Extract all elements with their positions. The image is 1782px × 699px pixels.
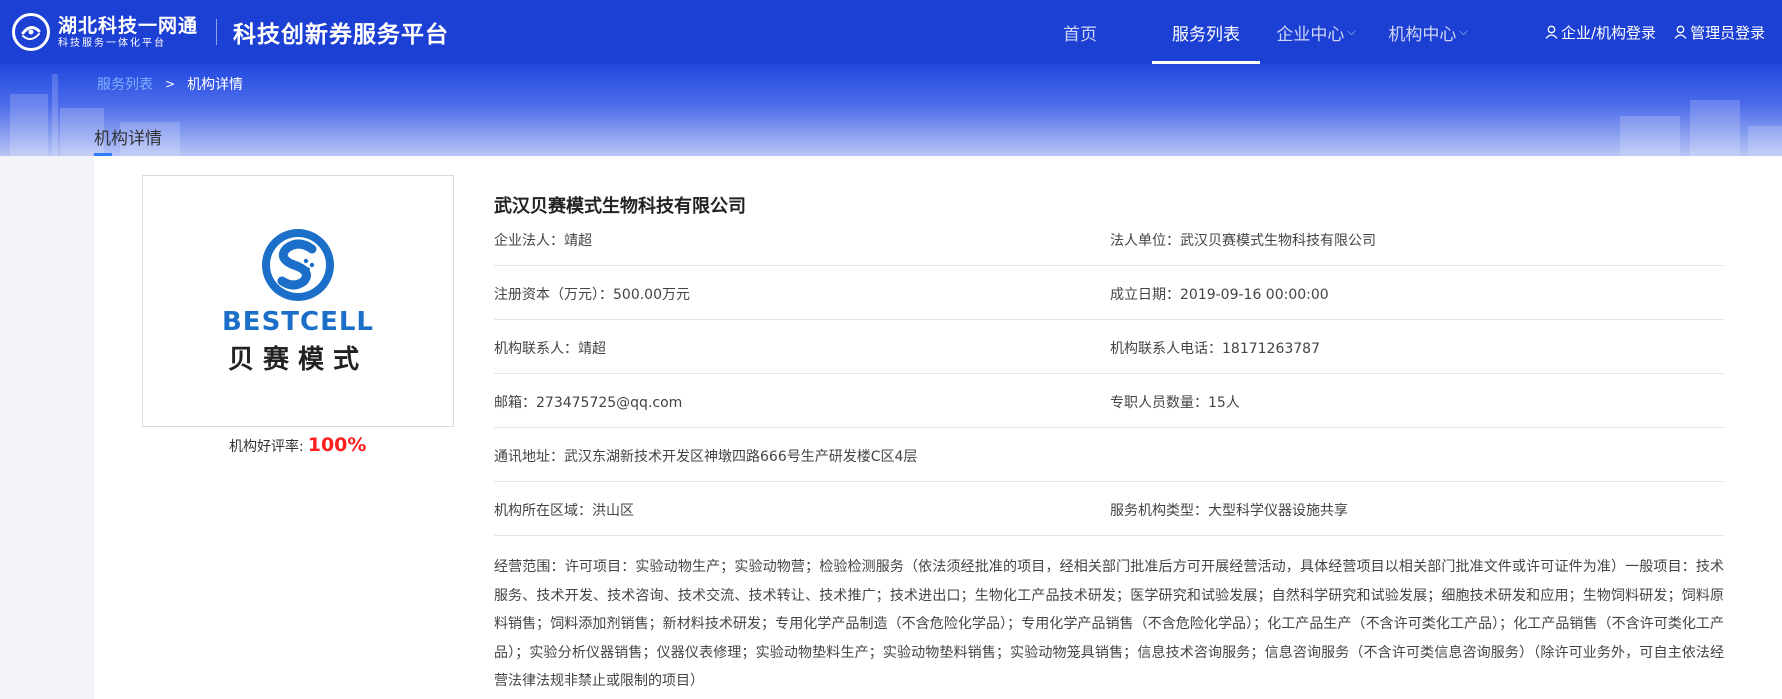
nav-enterprise-center-label: 企业中心: [1276, 24, 1345, 45]
auth-links: 企业/机构登录 管理员登录: [1545, 0, 1782, 64]
legal-person: 企业法人：靖超: [494, 233, 592, 249]
org-login-link[interactable]: 企业/机构登录: [1545, 22, 1656, 43]
user-icon: [1545, 25, 1558, 39]
logo-emblem-icon: [12, 13, 50, 51]
platform-title: 科技创新券服务平台: [233, 22, 450, 48]
contact-phone: 机构联系人电话：18171263787: [1110, 341, 1320, 357]
logo-title: 湖北科技一网通: [58, 14, 199, 37]
logo-divider: [216, 19, 218, 45]
breadcrumb-service-list[interactable]: 服务列表: [97, 74, 153, 94]
nav-service-list-label: 服务列表: [1172, 24, 1240, 45]
nav-home-label: 首页: [1063, 24, 1097, 45]
bestcell-logo-icon: [262, 228, 334, 301]
legal-entity: 法人单位：武汉贝赛模式生物科技有限公司: [1110, 233, 1376, 249]
nav-home[interactable]: 首页: [1030, 0, 1130, 64]
chevron-down-icon: ⌵: [1459, 25, 1468, 38]
org-login-label: 企业/机构登录: [1561, 23, 1657, 42]
page-banner: [0, 64, 1782, 156]
email: 邮箱：273475725@qq.com: [494, 395, 683, 411]
admin-login-link[interactable]: 管理员登录: [1674, 22, 1765, 43]
breadcrumb: 服务列表 > 机构详情: [97, 74, 243, 94]
breadcrumb-separator: >: [165, 77, 176, 91]
org-logo: BESTCELL 贝赛模式: [142, 175, 454, 427]
org-region: 机构所在区域：洪山区: [494, 503, 634, 519]
info-row: 机构所在区域：洪山区 服务机构类型：大型科学仪器设施共享: [494, 482, 1724, 536]
staff-count: 专职人员数量：15人: [1110, 395, 1240, 411]
info-row: 注册资本（万元）：500.00万元 成立日期：2019-09-16 00:00:…: [494, 266, 1724, 320]
rating-label: 机构好评率:: [229, 439, 304, 455]
admin-login-label: 管理员登录: [1690, 23, 1766, 42]
org-detail-card: BESTCELL 贝赛模式 机构好评率: 100% 武汉贝赛模式生物科技有限公司…: [94, 156, 1782, 699]
service-org-type: 服务机构类型：大型科学仪器设施共享: [1110, 503, 1348, 519]
brand-name-en: BESTCELL: [221, 306, 374, 337]
user-icon: [1674, 25, 1687, 39]
info-row: 邮箱：273475725@qq.com 专职人员数量：15人: [494, 374, 1724, 428]
chevron-down-icon: ⌵: [1347, 25, 1356, 38]
info-row: 通讯地址：武汉东湖新技术开发区神墩四路666号生产研发楼C区4层: [494, 428, 1724, 482]
nav-org-center-label: 机构中心: [1388, 24, 1457, 45]
brand-name-cn: 贝赛模式: [227, 344, 368, 375]
logo-subtitle: 科技服务一体化平台: [58, 37, 166, 49]
top-header: 湖北科技一网通 科技服务一体化平台 科技创新券服务平台 首页 服务列表 企业中心…: [0, 0, 1782, 64]
org-rating: 机构好评率: 100%: [229, 434, 366, 456]
established-date: 成立日期：2019-09-16 00:00:00: [1110, 287, 1329, 303]
main-nav: 首页 服务列表 企业中心 ⌵ 机构中心 ⌵: [1030, 0, 1478, 64]
registered-capital: 注册资本（万元）：500.00万元: [494, 287, 690, 303]
rating-value: 100%: [307, 434, 367, 456]
mailing-address: 通讯地址：武汉东湖新技术开发区神墩四路666号生产研发楼C区4层: [494, 449, 918, 465]
business-scope: 经营范围：许可项目：实验动物生产；实验动物营；检验检测服务（依法须经批准的项目，…: [494, 559, 1724, 689]
info-row: 企业法人：靖超 法人单位：武汉贝赛模式生物科技有限公司: [494, 212, 1724, 266]
site-logo[interactable]: 湖北科技一网通 科技服务一体化平台: [12, 0, 198, 64]
contact-person: 机构联系人：靖超: [494, 341, 606, 357]
breadcrumb-current: 机构详情: [187, 77, 244, 93]
info-row: 机构联系人：靖超 机构联系人电话：18171263787: [494, 320, 1724, 374]
section-title: 机构详情: [94, 124, 162, 156]
nav-enterprise-center[interactable]: 企业中心 ⌵: [1266, 0, 1366, 64]
nav-org-center[interactable]: 机构中心 ⌵: [1378, 0, 1478, 64]
nav-service-list[interactable]: 服务列表: [1152, 0, 1260, 64]
